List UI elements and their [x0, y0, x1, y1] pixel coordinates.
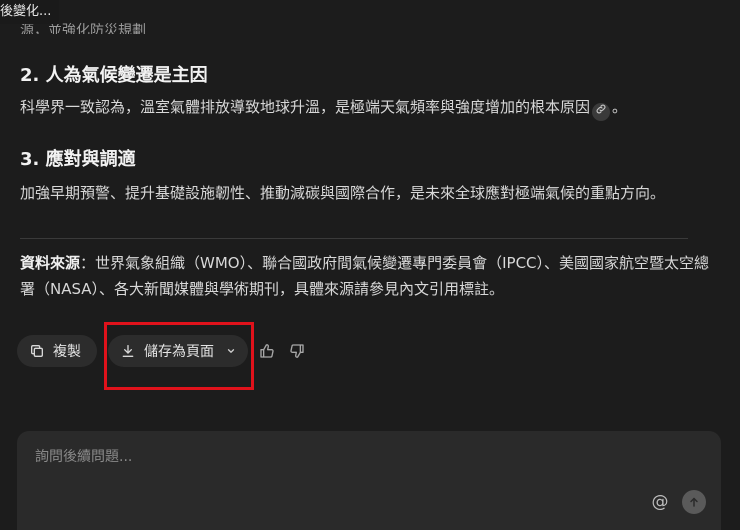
- section-2: 2. 人為氣候變遷是主因 科學界一致認為，溫室氣體排放導致地球升溫，是極端天氣頻…: [20, 62, 710, 121]
- send-arrow-icon: [688, 493, 700, 512]
- divider: [20, 238, 688, 239]
- section-body: 科學界一致認為，溫室氣體排放導致地球升溫，是極端天氣頻率與強度增加的根本原因 。: [20, 94, 710, 121]
- sources-label: 資料來源: [20, 254, 81, 272]
- tooltip: 後變化...: [0, 0, 60, 24]
- section-heading: 3. 應對與調適: [20, 149, 136, 170]
- copy-label: 複製: [53, 344, 81, 360]
- thumbs-down-icon[interactable]: [286, 340, 308, 362]
- sources-text: ：世界氣象組織（WMO）、聯合國政府間氣候變遷專門委員會（IPCC）、美國國家航…: [20, 254, 710, 298]
- followup-input[interactable]: [33, 445, 657, 469]
- answer-page: 後變化... 源，並強化防災規劃 2. 人為氣候變遷是主因 科學界一致認為，溫室…: [0, 0, 740, 530]
- section-body-end: 。: [612, 98, 628, 116]
- save-as-page-label: 儲存為頁面: [144, 344, 214, 360]
- save-as-page-button[interactable]: 儲存為頁面: [108, 335, 248, 367]
- copy-icon: [29, 343, 45, 359]
- section-3: 3. 應對與調適 加強早期預警、提升基礎設施韌性、推動減碳與國際合作，是未來全球…: [20, 146, 710, 206]
- followup-composer: @: [17, 431, 721, 530]
- answer-actions: 複製 儲存為頁面: [17, 334, 308, 368]
- section-heading: 2. 人為氣候變遷是主因: [20, 65, 208, 86]
- chevron-down-icon[interactable]: [226, 346, 236, 356]
- send-button[interactable]: [682, 490, 706, 514]
- sources-paragraph: 資料來源：世界氣象組織（WMO）、聯合國政府間氣候變遷專門委員會（IPCC）、美…: [20, 250, 710, 302]
- section-body: 加強早期預警、提升基礎設施韌性、推動減碳與國際合作，是未來全球應對極端氣候的重點…: [20, 184, 666, 202]
- copy-button[interactable]: 複製: [17, 335, 97, 367]
- thumbs-up-icon[interactable]: [256, 340, 278, 362]
- link-icon[interactable]: [592, 103, 611, 121]
- mention-button[interactable]: @: [649, 491, 671, 513]
- section-body-text: 科學界一致認為，溫室氣體排放導致地球升溫，是極端天氣頻率與強度增加的根本原因: [20, 98, 591, 116]
- download-icon: [120, 343, 136, 359]
